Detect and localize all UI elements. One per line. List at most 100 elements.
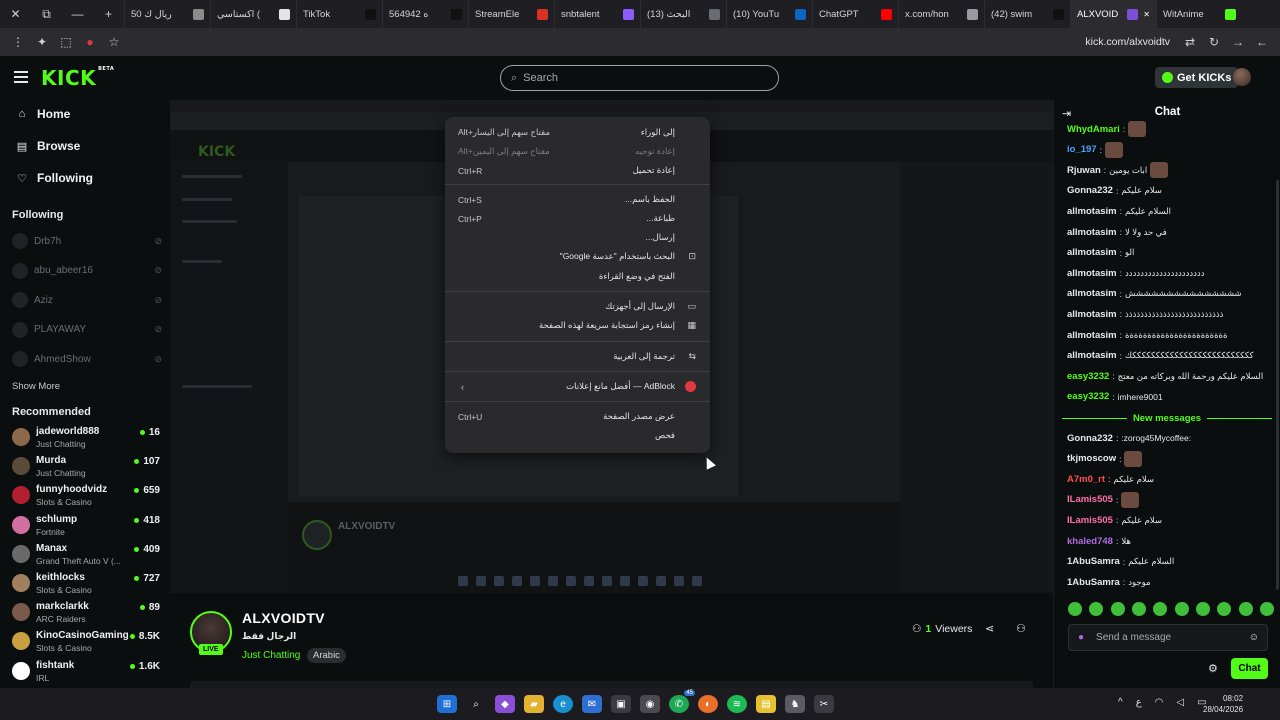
ctx-print[interactable]: طباعة... Ctrl+P [445, 209, 710, 228]
ctx-qr-code[interactable]: ▦ إنشاء رمز استجابة سريعة لهذه الصفحة [445, 316, 710, 335]
wifi-icon[interactable]: ◠ [1155, 697, 1164, 708]
chat-username[interactable]: allmotasim [1067, 268, 1117, 279]
snipping-tool-icon[interactable]: ✂ [814, 695, 834, 713]
system-clock[interactable]: 08:02 28/04/2026 [1203, 693, 1243, 715]
browser-tab[interactable]: WitAnime [1156, 0, 1242, 28]
chat-username[interactable]: WhydAmari [1067, 124, 1120, 135]
adblock-icon[interactable]: ● [78, 30, 102, 54]
following-channel[interactable]: AhmedShow ⊘ [12, 349, 162, 369]
mail-icon[interactable]: ✉ [582, 695, 602, 713]
emote-icon[interactable] [1238, 602, 1253, 616]
ctx-reading-mode[interactable]: الفتح في وضع القراءة [445, 267, 710, 286]
following-channel[interactable]: PLAYAWAY ⊘ [12, 320, 162, 340]
whatsapp-icon[interactable]: ✆ 45 [669, 690, 695, 713]
recommended-channel[interactable]: markclarkk ARC Raiders 89 [12, 599, 160, 628]
recommended-channel[interactable]: keithlocks Slots & Casino 727 [12, 570, 160, 599]
app-icon[interactable]: ♞ [785, 695, 805, 713]
chrome-icon[interactable]: ◉ [640, 695, 660, 713]
stream-category[interactable]: Just Chatting [242, 650, 300, 661]
ctx-forward[interactable]: إعادة توجيه Alt+مفتاح سهم إلى اليمين [445, 142, 710, 161]
microphone-icon[interactable]: ● [1078, 632, 1084, 643]
search-input[interactable]: ⌕ Search [500, 65, 779, 91]
ctx-back[interactable]: إلى الوراء Alt+مفتاح سهم إلى اليسار [445, 123, 710, 142]
ctx-translate[interactable]: ⇆ ترجمة إلى العربية [445, 347, 710, 366]
chat-username[interactable]: allmotasim [1067, 227, 1117, 238]
chat-username[interactable]: easy3232 [1067, 371, 1109, 382]
browser-tab[interactable]: (10) YouTu [726, 0, 812, 28]
windows-start-icon[interactable]: ⊞ [437, 695, 457, 713]
ctx-save-as[interactable]: الحفظ باسم... Ctrl+S [445, 190, 710, 209]
get-kicks-button[interactable]: Get KICKs [1155, 67, 1239, 88]
user-avatar[interactable] [1233, 68, 1251, 86]
chevron-up-icon[interactable]: ^ [1118, 697, 1123, 708]
back-icon[interactable]: ← [1250, 30, 1274, 54]
recommended-channel[interactable]: Murda Just Chatting 107 [12, 453, 160, 482]
emote-icon[interactable] [1110, 602, 1125, 616]
input-language[interactable]: ع [1136, 697, 1142, 708]
chat-scrollbar[interactable] [1276, 180, 1279, 590]
url-field[interactable]: kick.com/alxvoidtv [1085, 36, 1170, 48]
emote-icon[interactable] [1131, 602, 1146, 616]
browser-tab[interactable]: x.com/hon [898, 0, 984, 28]
kick-logo[interactable]: KICK BETA [41, 66, 114, 90]
ctx-cast[interactable]: إرسال... [445, 228, 710, 247]
puzzle-icon[interactable]: ⬚ [54, 30, 78, 54]
file-explorer-icon[interactable]: ▰ [524, 695, 544, 713]
emote-icon[interactable] [1217, 602, 1232, 616]
volume-icon[interactable]: ◁ [1176, 697, 1184, 708]
chat-username[interactable]: io_197 [1067, 144, 1097, 155]
recommended-channel[interactable]: funnyhoodvidz Slots & Casino 659 [12, 482, 160, 511]
ctx-google-lens[interactable]: ⊡ البحث باستخدام "عدسة Google" [445, 247, 710, 266]
store-icon[interactable]: ▣ [611, 695, 631, 713]
show-more-link[interactable]: Show More [12, 381, 60, 392]
emoji-picker-icon[interactable]: ☺ [1249, 632, 1259, 643]
chat-username[interactable]: easy3232 [1067, 391, 1109, 402]
nav-following[interactable]: ♡ Following [16, 168, 93, 188]
bookmark-star-icon[interactable]: ☆ [102, 30, 126, 54]
hamburger-menu-icon[interactable] [14, 71, 28, 83]
close-window-icon[interactable]: ✕ [0, 0, 31, 28]
following-channel[interactable]: Drb7h ⊘ [12, 231, 162, 251]
browser-tab[interactable]: 50 ريال ك [124, 0, 210, 28]
chat-username[interactable]: khaled748 [1067, 536, 1113, 547]
browser-tab[interactable]: snbtalent [554, 0, 640, 28]
reload-icon[interactable]: ↻ [1202, 30, 1226, 54]
browser-tab[interactable]: (13) البحث [640, 0, 726, 28]
browser-tab[interactable]: 564942 ه [382, 0, 468, 28]
recommended-channel[interactable]: jadeworld888 Just Chatting 16 [12, 424, 160, 453]
chat-username[interactable]: A7m0_rt [1067, 474, 1105, 485]
chat-username[interactable]: 1AbuSamra [1067, 556, 1120, 567]
restore-window-icon[interactable]: ⧉ [31, 0, 62, 28]
chat-username[interactable]: allmotasim [1067, 309, 1117, 320]
chat-username[interactable]: allmotasim [1067, 350, 1117, 361]
recommended-channel[interactable]: fishtank IRL 1.6K [12, 658, 160, 687]
chat-username[interactable]: allmotasim [1067, 206, 1117, 217]
close-tab-icon[interactable]: ✕ [1143, 10, 1150, 19]
ctx-reload[interactable]: إعادة تحميل Ctrl+R [445, 161, 710, 180]
share-icon[interactable]: ⋖ [985, 622, 994, 635]
site-settings-icon[interactable]: ⇄ [1178, 30, 1202, 54]
spotify-icon[interactable]: ≋ [727, 695, 747, 713]
emote-icon[interactable] [1174, 602, 1189, 616]
chat-username[interactable]: Rjuwan [1067, 165, 1101, 176]
chat-username[interactable]: allmotasim [1067, 330, 1117, 341]
gear-icon[interactable]: ⚙ [1208, 662, 1218, 675]
send-chat-button[interactable]: Chat [1231, 658, 1268, 679]
nav-browse[interactable]: ▤ Browse [16, 136, 81, 156]
follow-user-icon[interactable]: ⚇ [1016, 622, 1026, 635]
ctx-inspect[interactable]: فحص [445, 426, 710, 445]
extension-icon[interactable]: ✦ [30, 30, 54, 54]
browser-tab[interactable]: ChatGPT [812, 0, 898, 28]
chat-username[interactable]: tkjmoscow [1067, 453, 1116, 464]
emote-icon[interactable] [1153, 602, 1168, 616]
browser-tab[interactable]: ALXVOID ✕ [1070, 0, 1156, 28]
browser-tab[interactable]: TikTok [296, 0, 382, 28]
following-channel[interactable]: Aziz ⊘ [12, 290, 162, 310]
emote-icon[interactable] [1195, 602, 1210, 616]
chat-username[interactable]: Gonna232 [1067, 433, 1113, 444]
ctx-send-to-devices[interactable]: ▭ الإرسال إلى أجهزتك [445, 297, 710, 316]
chat-username[interactable]: allmotasim [1067, 247, 1117, 258]
sticky-notes-icon[interactable]: ▤ [756, 695, 776, 713]
browser-tab[interactable]: اكستاسي ( [210, 0, 296, 28]
recommended-channel[interactable]: schlump Fortnite 418 [12, 512, 160, 541]
